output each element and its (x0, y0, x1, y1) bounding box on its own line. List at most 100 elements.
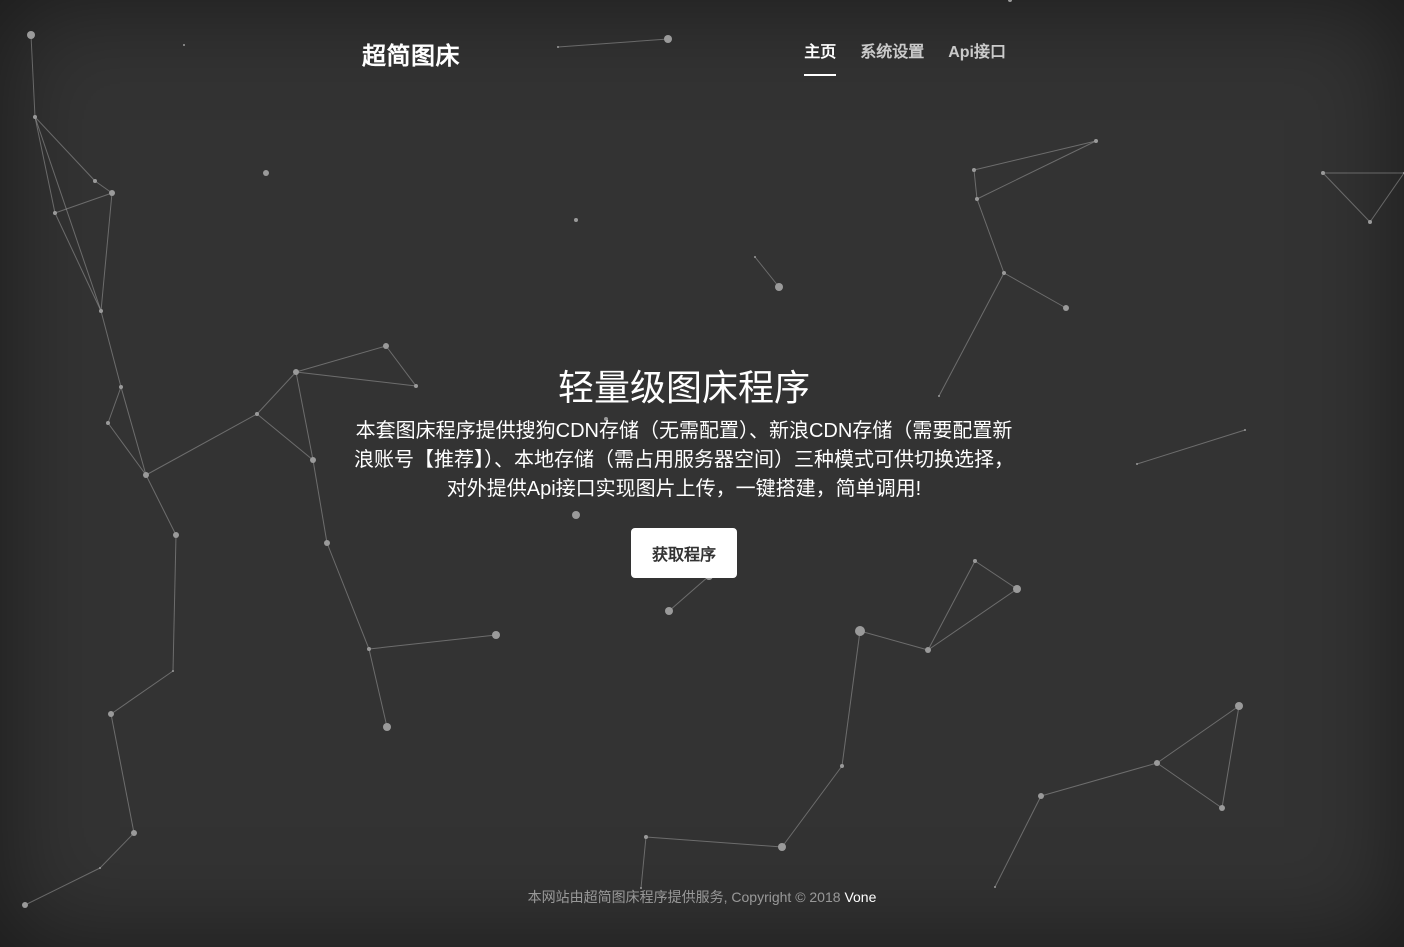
network-line (110, 670, 174, 715)
network-line (927, 588, 1018, 651)
network-dot (383, 723, 391, 731)
network-line (859, 630, 929, 651)
footer-author-link[interactable]: Vone (844, 889, 876, 905)
network-dot (1038, 793, 1044, 799)
network-dot (27, 31, 35, 39)
nav-settings[interactable]: 系统设置 (860, 38, 924, 76)
network-dot (108, 711, 114, 717)
network-dot (324, 540, 330, 546)
network-line (54, 212, 102, 312)
network-dot (1094, 139, 1098, 143)
network-line (994, 795, 1042, 888)
network-dot (99, 867, 101, 869)
network-dot (1321, 171, 1325, 175)
footer-text: 本网站由超简图床程序提供服务, Copyright © 2018 (527, 889, 845, 905)
network-dot (644, 835, 648, 839)
network-line (1136, 429, 1246, 465)
network-dot (1244, 429, 1246, 431)
network-line (645, 836, 783, 848)
network-line (1369, 172, 1404, 223)
network-dot (1008, 0, 1012, 2)
nav-api[interactable]: Api接口 (948, 38, 1006, 76)
cover-section: 轻量级图床程序 本套图床程序提供搜狗CDN存储（无需配置）、新浪CDN存储（需要… (352, 366, 1016, 579)
network-line (34, 116, 56, 214)
network-line (973, 169, 978, 200)
network-line (368, 648, 388, 728)
network-line (145, 413, 258, 476)
network-line (640, 836, 647, 889)
network-dot (972, 168, 976, 172)
network-dot (855, 626, 865, 636)
network-line (368, 634, 497, 650)
network-line (107, 422, 147, 476)
network-line (1003, 272, 1067, 309)
network-line (94, 180, 113, 194)
get-program-button[interactable]: 获取程序 (630, 528, 737, 579)
main-nav: 主页 系统设置 Api接口 (804, 38, 1006, 76)
network-line (256, 413, 314, 461)
network-line (295, 371, 314, 461)
nav-home[interactable]: 主页 (804, 38, 837, 76)
network-line (256, 371, 297, 415)
network-line (976, 198, 1005, 274)
network-dot (383, 343, 389, 349)
network-line (100, 192, 113, 312)
cover-heading: 轻量级图床程序 (557, 367, 810, 408)
network-dot (1013, 585, 1021, 593)
network-dot (293, 369, 299, 375)
network-dot (1136, 463, 1138, 465)
network-line (34, 116, 102, 312)
network-line (1322, 172, 1371, 223)
network-dot (143, 472, 149, 478)
network-line (973, 140, 1097, 171)
network-dot (109, 190, 115, 196)
network-line (99, 832, 135, 869)
network-dot (1063, 305, 1069, 311)
network-line (34, 116, 96, 182)
network-line (145, 474, 177, 536)
network-line (976, 140, 1097, 200)
network-line (110, 713, 135, 834)
network-dot (1154, 760, 1160, 766)
network-dot (99, 309, 103, 313)
network-line (100, 310, 122, 388)
masthead: 超简图床 主页 系统设置 Api接口 (362, 30, 1006, 80)
network-dot (1219, 805, 1225, 811)
network-dot (492, 631, 500, 639)
network-dot (775, 283, 783, 291)
network-dot (53, 211, 57, 215)
network-line (1156, 705, 1240, 764)
network-dot (925, 647, 931, 653)
network-dot (263, 170, 269, 176)
network-dot (574, 218, 578, 222)
network-dot (1002, 271, 1006, 275)
network-dot (173, 532, 179, 538)
network-dot (367, 647, 371, 651)
network-dot (310, 457, 316, 463)
network-dot (106, 421, 110, 425)
network-line (781, 765, 843, 848)
network-line (668, 575, 710, 612)
network-line (754, 256, 780, 288)
network-line (1156, 762, 1223, 809)
network-dot (131, 830, 137, 836)
network-line (1221, 705, 1240, 809)
network-dot (255, 412, 259, 416)
network-dot (665, 607, 673, 615)
network-line (312, 459, 328, 544)
footer: 本网站由超简图床程序提供服务, Copyright © 2018 Vone (0, 887, 1404, 907)
brand-title[interactable]: 超简图床 (362, 36, 460, 71)
network-dot (33, 115, 37, 119)
network-line (172, 534, 177, 672)
network-dot (93, 179, 97, 183)
network-line (120, 386, 147, 476)
network-line (30, 34, 36, 118)
network-dot (840, 764, 844, 768)
network-dot (183, 44, 185, 46)
page: 超简图床 主页 系统设置 Api接口 轻量级图床程序 本套图床程序提供搜狗CDN… (0, 0, 1404, 947)
network-dot (172, 670, 174, 672)
network-line (1040, 762, 1158, 797)
network-dot (1235, 702, 1243, 710)
network-dot (778, 843, 786, 851)
network-dot (975, 197, 979, 201)
